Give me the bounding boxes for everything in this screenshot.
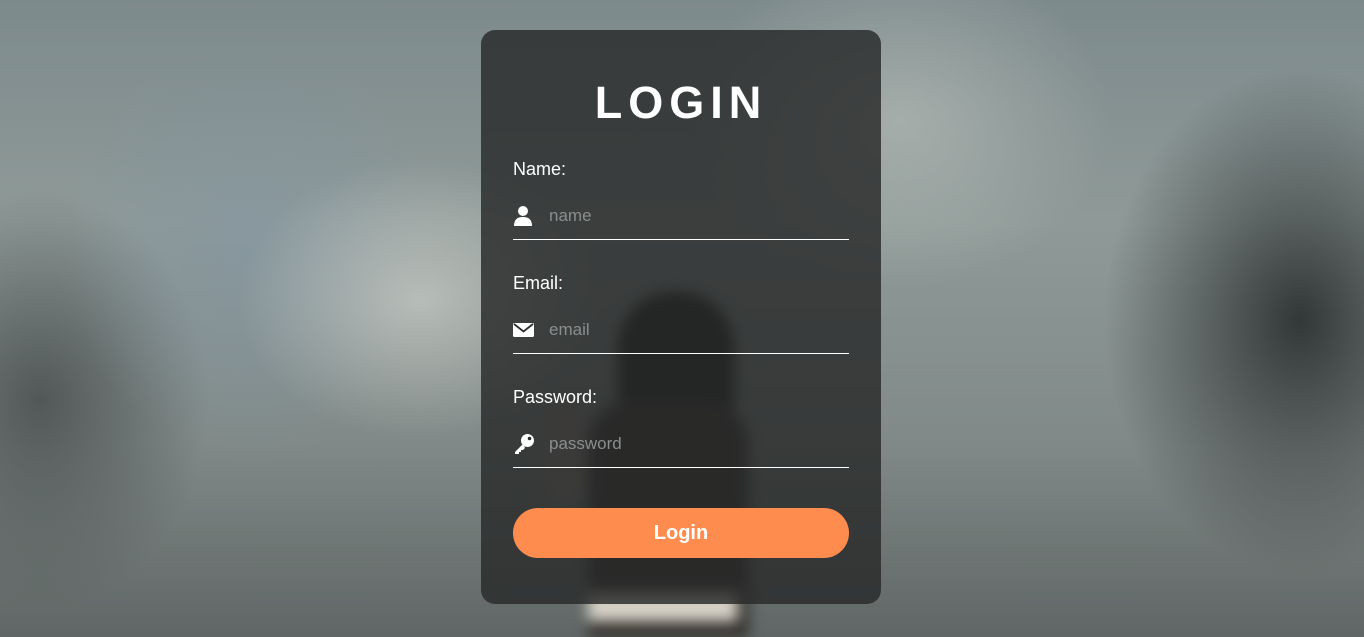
- login-card: LOGIN Name: Email: Password:: [481, 30, 881, 604]
- login-button[interactable]: Login: [513, 508, 849, 558]
- password-field-group: Password:: [513, 386, 849, 468]
- email-input-row: [513, 312, 849, 354]
- name-field-group: Name:: [513, 158, 849, 240]
- key-icon: [513, 433, 535, 455]
- name-input[interactable]: [549, 205, 849, 226]
- password-input[interactable]: [549, 433, 849, 454]
- user-icon: [513, 205, 535, 227]
- email-label: Email:: [513, 273, 564, 293]
- envelope-icon: [513, 319, 535, 341]
- name-label: Name:: [513, 159, 567, 179]
- email-input[interactable]: [549, 319, 849, 340]
- name-input-row: [513, 198, 849, 240]
- email-field-group: Email:: [513, 272, 849, 354]
- page-title: LOGIN: [594, 77, 768, 128]
- password-label: Password:: [513, 387, 598, 407]
- password-input-row: [513, 426, 849, 468]
